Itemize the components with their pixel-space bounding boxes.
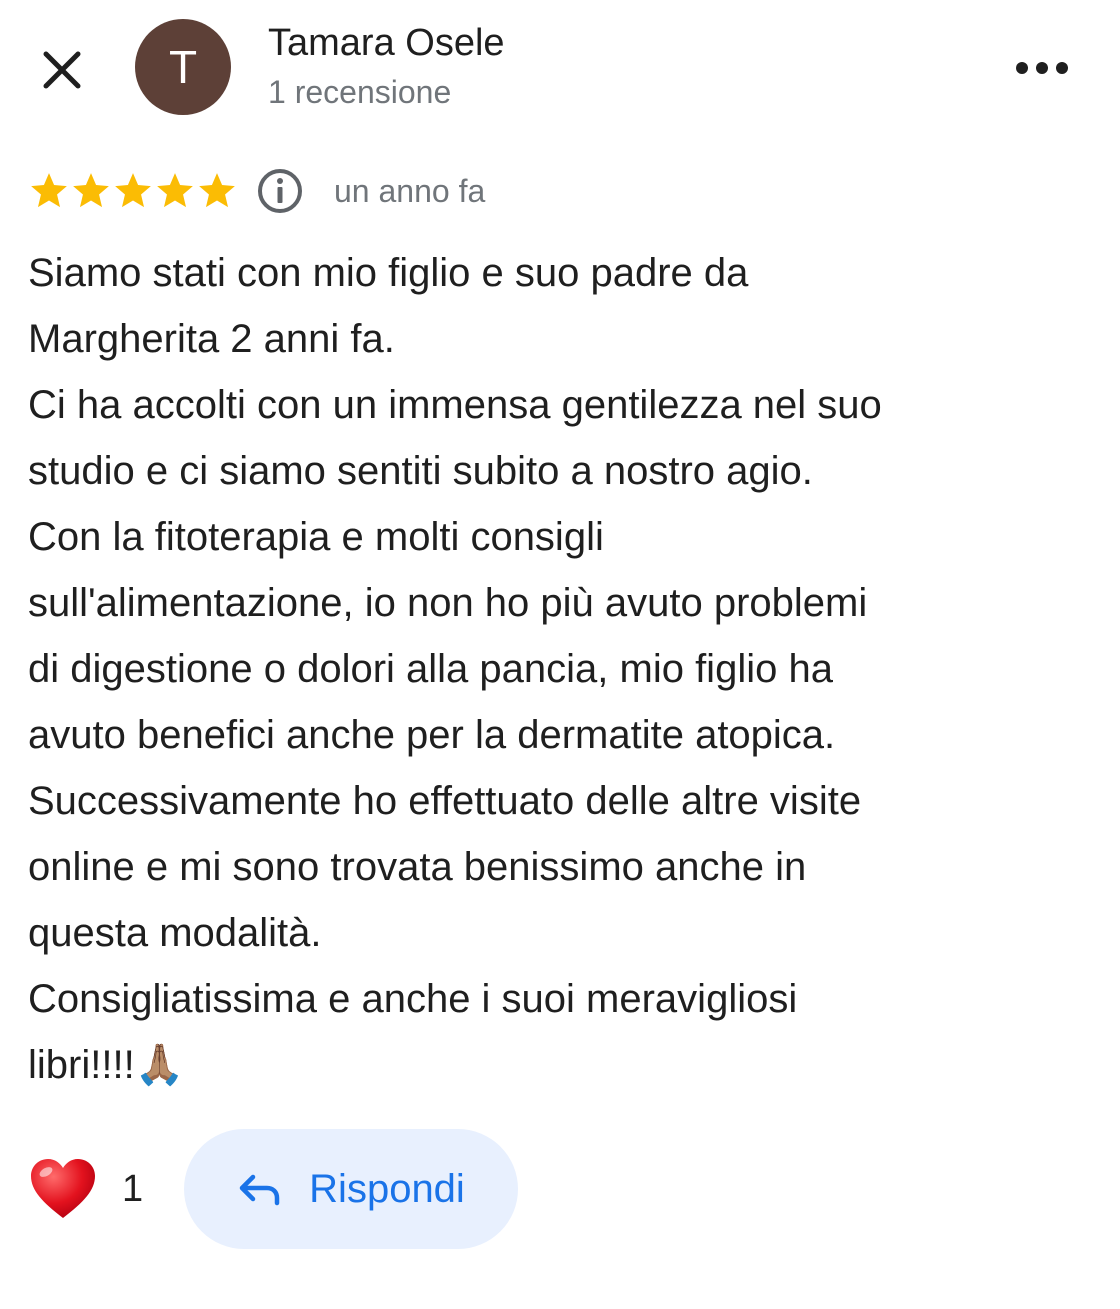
close-icon [43, 51, 81, 89]
reply-label: Rispondi [309, 1166, 465, 1211]
star-icon [73, 173, 109, 208]
star-icon [115, 173, 151, 208]
star-icon [31, 173, 67, 208]
rating-row: un anno fa [28, 166, 485, 216]
author-name[interactable]: Tamara Osele [268, 22, 505, 65]
info-icon[interactable] [256, 167, 304, 215]
star-rating [28, 170, 238, 212]
avatar-initial: T [168, 41, 198, 93]
author-avatar[interactable]: T [135, 19, 231, 115]
more-horizontal-icon [1016, 62, 1068, 74]
author-review-count: 1 recensione [268, 74, 452, 110]
review-actions: 1 Rispondi [28, 1128, 518, 1250]
close-button[interactable] [30, 38, 94, 102]
star-icon [157, 173, 193, 208]
reply-button[interactable]: Rispondi [184, 1129, 518, 1249]
reply-arrow-icon [239, 1174, 280, 1206]
more-options-button[interactable] [1010, 44, 1074, 92]
like-count: 1 [122, 1167, 144, 1210]
review-header: T Tamara Osele 1 recensione [0, 0, 1120, 140]
review-text: Siamo stati con mio figlio e suo padre d… [28, 251, 882, 1087]
review-date: un anno fa [334, 172, 486, 209]
star-icon [199, 173, 235, 208]
heart-icon [31, 1159, 95, 1218]
like-button[interactable]: 1 [28, 1156, 162, 1222]
